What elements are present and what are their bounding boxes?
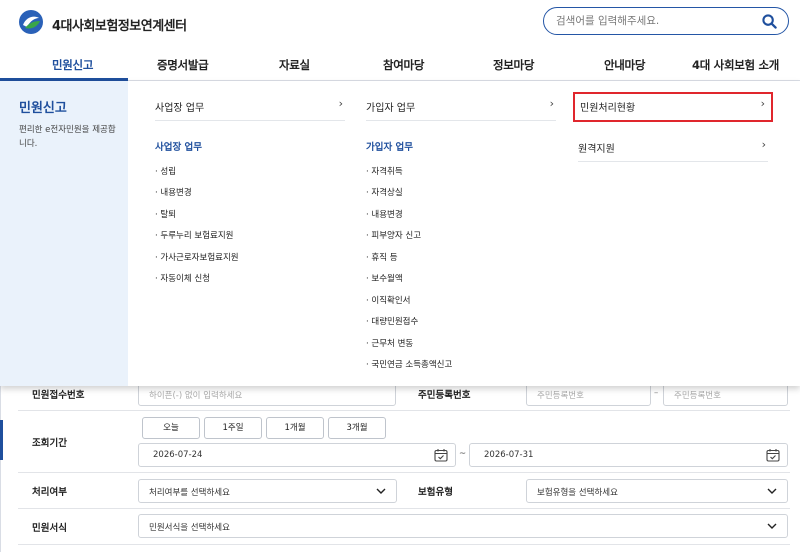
nav-item-civil-report[interactable]: 민원신고	[52, 57, 93, 73]
form-row-status: 처리여부 처리여부를 선택하세요 보험유형 보험유형을 선택하세요	[18, 473, 790, 509]
menu-link[interactable]: · 탈퇴	[155, 208, 176, 220]
business-tasks-subtitle: 사업장 업무	[155, 142, 203, 153]
nav-item-about[interactable]: 4대 사회보험 소개	[692, 57, 779, 73]
chevron-down-icon	[767, 523, 777, 529]
search-input[interactable]	[556, 12, 756, 30]
date-range-tilde: ~	[459, 449, 467, 459]
menu-link[interactable]: · 보수월액	[366, 272, 403, 284]
chevron-right-icon: ›	[761, 138, 766, 151]
rrn-dash: –	[654, 388, 659, 398]
menu-link[interactable]: · 이직확인서	[366, 294, 411, 306]
label-period: 조회기간	[18, 411, 130, 472]
period-today-button[interactable]: 오늘	[142, 417, 200, 439]
menu-link[interactable]: · 대량민원접수	[366, 315, 418, 327]
search-icon[interactable]	[762, 14, 777, 29]
menu-link[interactable]: · 두루누리 보험료지원	[155, 229, 234, 241]
label-insurance-type: 보험유형	[404, 473, 524, 508]
site-logo-text[interactable]: 4대사회보험정보연계센터	[52, 15, 187, 34]
menu-link[interactable]: · 자동이체 신청	[155, 272, 210, 284]
menu-business-tasks[interactable]: 사업장 업무 ›	[155, 93, 345, 121]
mega-menu-title: 민원신고	[19, 101, 67, 116]
mega-menu-description: 편리한 e전자민원을 제공합니다.	[19, 125, 116, 149]
process-status-select[interactable]: 처리여부를 선택하세요	[138, 479, 397, 503]
chevron-down-icon	[767, 488, 777, 494]
nav-item-participation[interactable]: 참여마당	[383, 57, 424, 73]
search-box	[543, 7, 789, 35]
menu-link[interactable]: · 성립	[155, 165, 176, 177]
side-tab-indicator	[0, 420, 3, 460]
date-to-input[interactable]: 2026-07-31	[469, 443, 788, 467]
menu-link[interactable]: · 내용변경	[155, 186, 192, 198]
chevron-right-icon: ›	[549, 97, 554, 110]
label-process-status: 처리여부	[18, 473, 130, 508]
form-row-period: 조회기간 오늘 1주일 1개월 3개월 2026-07-24 ~ 2026-07…	[18, 411, 790, 473]
date-from-input[interactable]: 2026-07-24	[138, 443, 456, 467]
side-divider	[0, 386, 1, 552]
subscriber-tasks-subtitle: 가입자 업무	[366, 142, 414, 153]
insurance-type-select[interactable]: 보험유형을 선택하세요	[526, 479, 788, 503]
form-row-form-type: 민원서식 민원서식을 선택하세요	[18, 509, 790, 545]
menu-link[interactable]: · 근무처 변동	[366, 337, 413, 349]
mega-menu-intro: 민원신고 편리한 e전자민원을 제공합니다.	[0, 81, 128, 386]
site-header: 4대사회보험정보연계센터	[0, 0, 800, 50]
chevron-right-icon: ›	[760, 97, 765, 110]
main-nav: 민원신고 증명서발급 자료실 참여마당 정보마당 안내마당 4대 사회보험 소개	[0, 50, 800, 81]
nav-item-certificate[interactable]: 증명서발급	[157, 57, 209, 73]
menu-link[interactable]: · 자격취득	[366, 165, 403, 177]
menu-link[interactable]: · 휴직 등	[366, 251, 398, 263]
site-logo-icon[interactable]	[18, 9, 44, 35]
calendar-icon[interactable]	[766, 448, 780, 462]
menu-link[interactable]: · 자격상실	[366, 186, 403, 198]
menu-link[interactable]: · 내용변경	[366, 208, 403, 220]
nav-item-information[interactable]: 정보마당	[493, 57, 534, 73]
nav-item-guide[interactable]: 안내마당	[604, 57, 645, 73]
calendar-icon[interactable]	[434, 448, 448, 462]
chevron-right-icon: ›	[338, 97, 343, 110]
mega-menu-dropdown: 민원신고 편리한 e전자민원을 제공합니다. 사업장 업무 › 사업장 업무 ·…	[0, 81, 800, 386]
menu-link[interactable]: · 가사근로자보험료지원	[155, 251, 239, 263]
chevron-down-icon	[376, 488, 386, 494]
period-1week-button[interactable]: 1주일	[204, 417, 262, 439]
nav-item-library[interactable]: 자료실	[279, 57, 310, 73]
menu-remote-support[interactable]: 원격지원 ›	[578, 134, 768, 162]
menu-civil-status[interactable]: 민원처리현황 ›	[573, 92, 773, 122]
label-civil-form: 민원서식	[18, 509, 130, 544]
period-1month-button[interactable]: 1개월	[266, 417, 324, 439]
menu-subscriber-tasks[interactable]: 가입자 업무 ›	[366, 93, 556, 121]
menu-link[interactable]: · 피부양자 신고	[366, 229, 421, 241]
period-3month-button[interactable]: 3개월	[328, 417, 386, 439]
menu-link[interactable]: · 국민연금 소득총액신고	[366, 358, 452, 370]
civil-form-select[interactable]: 민원서식을 선택하세요	[138, 514, 788, 538]
